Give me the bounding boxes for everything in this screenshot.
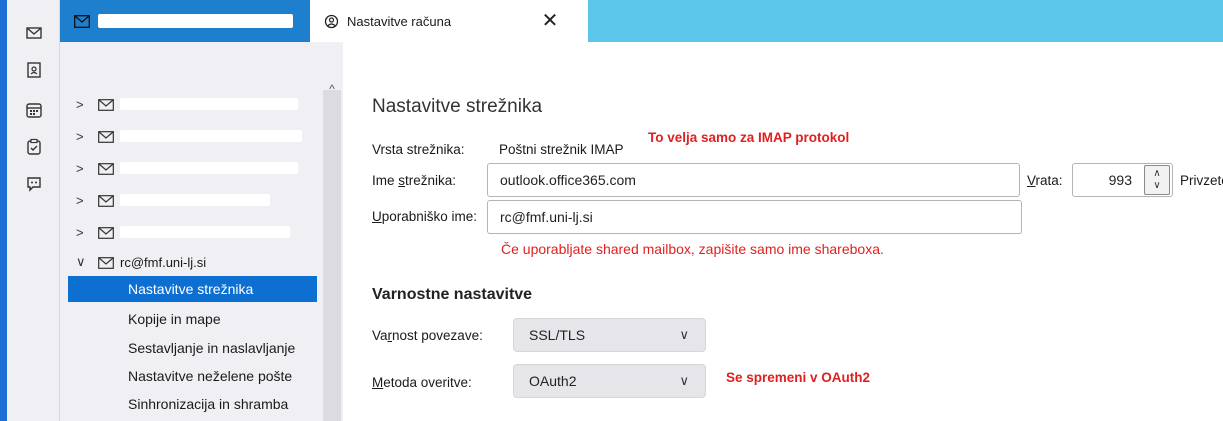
chevron-down-icon[interactable]: ∨ — [76, 254, 90, 270]
tab-account-mail[interactable] — [60, 0, 310, 42]
tasks-icon[interactable] — [21, 134, 47, 160]
redacted-text — [120, 162, 298, 174]
redacted-text — [120, 130, 302, 142]
account-tree: > > > > > ∨ rc@fmf.uni-lj.si Nastavitve … — [60, 42, 343, 421]
redacted-text — [120, 226, 290, 238]
server-type-label: Vrsta strežnika: — [372, 142, 465, 157]
auth-method-select[interactable]: OAuth2 ∨ — [513, 364, 706, 398]
account-row[interactable]: > — [76, 188, 270, 212]
username-input[interactable]: rc@fmf.uni-lj.si — [487, 200, 1022, 234]
spaces-toolbar — [7, 0, 60, 421]
window-edge — [0, 0, 7, 421]
chevron-up-icon[interactable]: ∧ — [1153, 168, 1160, 180]
chevron-right-icon[interactable]: > — [76, 225, 90, 240]
hostname-label: Ime strežnika: — [372, 173, 457, 188]
redacted-text — [120, 194, 270, 206]
chevron-right-icon[interactable]: > — [76, 129, 90, 144]
account-settings-icon — [324, 14, 339, 28]
account-mail-icon — [98, 227, 114, 239]
redacted-text — [98, 14, 293, 28]
auth-method-label: Metoda overitve: — [372, 375, 472, 390]
auth-note: Se spremeni v OAuth2 — [726, 370, 871, 385]
sidebar-item-junk[interactable]: Nastavitve neželene pošte — [68, 363, 317, 389]
close-tab-icon[interactable]: ✕ — [540, 11, 560, 31]
address-book-icon[interactable] — [21, 57, 47, 83]
account-row[interactable]: > — [76, 92, 298, 116]
account-row-expanded[interactable]: ∨ rc@fmf.uni-lj.si — [76, 250, 206, 274]
chevron-down-icon[interactable]: ∨ — [1153, 180, 1160, 192]
tab-account-settings[interactable]: Nastavitve računa ✕ — [310, 0, 588, 42]
sidebar-item-server-settings[interactable]: Nastavitve strežnika — [68, 276, 317, 302]
account-mail-icon — [98, 257, 114, 269]
chevron-right-icon[interactable]: > — [76, 161, 90, 176]
chevron-down-icon: ∨ — [679, 373, 689, 388]
connection-security-select[interactable]: SSL/TLS ∨ — [513, 318, 706, 352]
server-settings-panel: Nastavitve strežnika Vrsta strežnika: Po… — [343, 42, 1223, 421]
account-row[interactable]: > — [76, 124, 302, 148]
sidebar-item-composition[interactable]: Sestavljanje in naslavljanje — [68, 335, 317, 361]
account-mail-icon — [98, 99, 114, 111]
page-title: Nastavitve strežnika — [372, 96, 543, 117]
account-mail-icon — [98, 131, 114, 143]
account-mail-icon — [98, 163, 114, 175]
hostname-input[interactable]: outlook.office365.com — [487, 163, 1020, 197]
account-row[interactable]: > — [76, 220, 290, 244]
calendar-icon[interactable] — [21, 97, 47, 123]
mail-folder-icon — [74, 14, 90, 28]
chevron-down-icon: ∨ — [679, 327, 689, 342]
mail-icon[interactable] — [21, 20, 47, 46]
sidebar-item-sync-storage[interactable]: Sinhronizacija in shramba — [68, 391, 317, 417]
tab-bar: Nastavitve računa ✕ — [60, 0, 1223, 42]
connection-security-label: Varnost povezave: — [372, 328, 483, 343]
port-label: Vrata: — [1027, 173, 1063, 188]
account-label: rc@fmf.uni-lj.si — [120, 254, 207, 270]
account-mail-icon — [98, 195, 114, 207]
security-heading: Varnostne nastavitve — [372, 286, 533, 303]
server-type-value: Poštni strežnik IMAP — [499, 142, 624, 157]
redacted-text — [120, 98, 298, 110]
connection-security-value: SSL/TLS — [529, 327, 586, 343]
sidebar-item-copies-folders[interactable]: Kopije in mape — [68, 306, 317, 332]
chevron-right-icon[interactable]: > — [76, 97, 90, 112]
shared-mailbox-note: Če uporabljate shared mailbox, zapišite … — [501, 241, 884, 257]
auth-method-value: OAuth2 — [529, 373, 577, 389]
chevron-right-icon[interactable]: > — [76, 193, 90, 208]
chat-icon[interactable] — [21, 171, 47, 197]
username-label: Uporabniško ime: — [372, 209, 478, 224]
scrollbar[interactable] — [323, 90, 341, 421]
tab-settings-label: Nastavitve računa — [347, 13, 452, 29]
imap-note: To velja samo za IMAP protokol — [648, 130, 850, 145]
default-label: Privzeto — [1180, 173, 1223, 188]
account-row[interactable]: > — [76, 156, 298, 180]
port-stepper[interactable]: ∧ ∨ — [1144, 165, 1170, 195]
